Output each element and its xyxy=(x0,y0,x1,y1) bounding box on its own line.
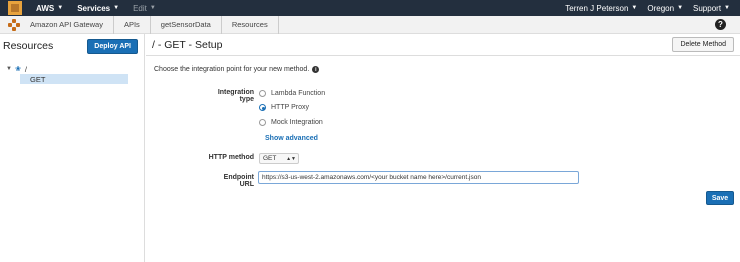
help-icon[interactable]: ? xyxy=(715,19,726,30)
method-setup-panel: / - GET - Setup Delete Method Choose the… xyxy=(146,34,740,262)
info-icon[interactable]: i xyxy=(312,66,320,73)
edit-menu[interactable]: Edit ▼ xyxy=(133,4,156,13)
user-menu[interactable]: Terren J Peterson ▼ xyxy=(565,4,637,13)
show-advanced-link[interactable]: Show advanced xyxy=(265,135,318,142)
resources-panel: Resources Deploy API ▼ ❀ / GET xyxy=(0,34,145,262)
aws-menu-label: AWS xyxy=(36,3,55,13)
save-button[interactable]: Save xyxy=(706,191,734,205)
tree-item-get-label: GET xyxy=(30,74,46,84)
caret-down-icon: ▼ xyxy=(677,5,684,11)
page-title: / - GET - Setup xyxy=(152,38,223,51)
tree-item-root-label: / xyxy=(24,64,27,74)
caret-down-icon: ▼ xyxy=(631,5,638,11)
caret-down-icon: ▼ xyxy=(724,5,730,11)
region-menu-label: Oregon xyxy=(647,3,675,13)
radio-circle[interactable] xyxy=(259,90,266,97)
region-menu[interactable]: Oregon ▼ xyxy=(647,4,683,13)
resource-tree: ▼ ❀ / GET xyxy=(0,64,144,84)
tree-item-root[interactable]: ▼ ❀ / xyxy=(0,64,144,74)
aws-logo-icon[interactable] xyxy=(8,1,22,15)
breadcrumb-api-name[interactable]: getSensorData xyxy=(151,15,222,34)
http-method-select[interactable]: GET ▲▼ xyxy=(259,153,299,164)
expand-triangle-icon[interactable]: ▼ xyxy=(6,66,12,72)
api-gateway-icon xyxy=(8,18,20,31)
services-menu[interactable]: Services ▼ xyxy=(77,4,119,13)
services-menu-label: Services xyxy=(77,3,111,13)
support-menu[interactable]: Support ▼ xyxy=(693,4,730,13)
radio-http-proxy[interactable]: HTTP Proxy xyxy=(259,104,309,111)
resource-icon: ❀ xyxy=(14,66,21,73)
user-menu-label: Terren J Peterson xyxy=(565,3,629,13)
caret-down-icon: ▼ xyxy=(57,5,64,11)
radio-http-proxy-label: HTTP Proxy xyxy=(271,104,309,111)
http-method-label: HTTP method xyxy=(208,154,254,161)
radio-circle-checked[interactable] xyxy=(259,104,266,111)
intro-text: Choose the integration point for your ne… xyxy=(154,66,310,73)
breadcrumb: Amazon API Gateway APIs getSensorData Re… xyxy=(0,15,740,34)
select-arrows-icon: ▲▼ xyxy=(286,155,296,162)
endpoint-url-label: Endpoint URL xyxy=(223,174,254,188)
tree-item-get[interactable]: GET xyxy=(20,74,128,84)
radio-lambda-label: Lambda Function xyxy=(271,90,326,97)
resources-title: Resources xyxy=(3,40,54,52)
breadcrumb-apis[interactable]: APIs xyxy=(114,15,151,34)
aws-menu[interactable]: AWS ▼ xyxy=(36,4,63,13)
radio-mock-integration[interactable]: Mock Integration xyxy=(259,119,323,126)
radio-lambda-function[interactable]: Lambda Function xyxy=(259,90,325,97)
http-method-value: GET xyxy=(263,155,277,162)
radio-circle[interactable] xyxy=(259,119,266,126)
endpoint-url-input[interactable] xyxy=(258,171,579,184)
caret-down-icon: ▼ xyxy=(149,5,156,11)
radio-mock-label: Mock Integration xyxy=(271,119,323,126)
breadcrumb-service[interactable]: Amazon API Gateway xyxy=(20,15,114,34)
aws-top-nav: AWS ▼ Services ▼ Edit ▼ Terren J Peterso… xyxy=(0,0,740,16)
delete-method-button[interactable]: Delete Method xyxy=(672,37,734,52)
edit-menu-label: Edit xyxy=(133,3,147,13)
support-menu-label: Support xyxy=(693,3,722,13)
caret-down-icon: ▼ xyxy=(113,5,120,11)
deploy-api-button[interactable]: Deploy API xyxy=(87,38,138,54)
breadcrumb-resources[interactable]: Resources xyxy=(222,15,279,34)
integration-type-label: Integration type xyxy=(217,89,254,103)
